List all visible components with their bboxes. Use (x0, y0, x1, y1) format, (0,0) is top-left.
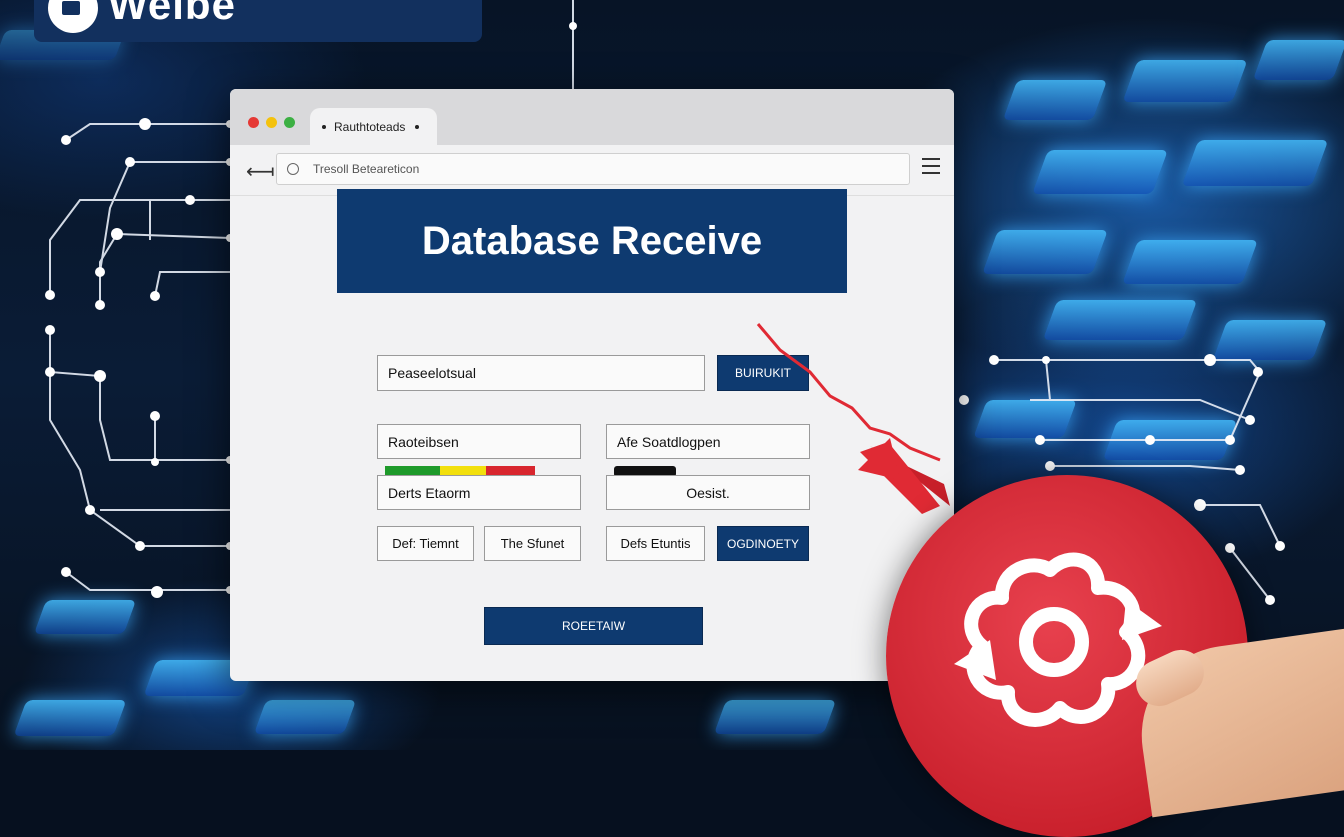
brand-logo: Weibe (34, 0, 482, 42)
page-title: Database Receive (337, 189, 847, 293)
password-input[interactable]: Peaseelotsual (377, 355, 705, 391)
small-field-2[interactable]: The Sfunet (484, 526, 581, 561)
tab-close-icon[interactable] (415, 124, 420, 129)
tab-title: Rauthtoteads (334, 119, 406, 134)
browser-tab[interactable]: Rauthtoteads (310, 108, 437, 145)
tab-dot-icon (322, 124, 326, 129)
left-field-2[interactable]: Derts Etaorm (377, 475, 581, 510)
logo-mark-icon (48, 0, 98, 33)
hamburger-menu-icon[interactable] (922, 158, 940, 179)
left-field-1[interactable]: Raoteibsen (377, 424, 581, 459)
search-icon (287, 163, 299, 175)
close-window-icon[interactable] (248, 117, 259, 128)
back-arrow-icon[interactable]: ⟻ (246, 159, 275, 184)
url-text: Tresoll Beteareticon (313, 162, 420, 176)
small-field-3[interactable]: Defs Etuntis (606, 526, 705, 561)
maximize-window-icon[interactable] (284, 117, 295, 128)
browser-titlebar: Rauthtoteads (230, 89, 954, 145)
red-arrow-icon (756, 323, 950, 514)
minimize-window-icon[interactable] (266, 117, 277, 128)
gear-sync-icon (954, 552, 1162, 727)
bottom-action-button[interactable]: ROEETAIW (484, 607, 703, 645)
small-field-1[interactable]: Def: Tiemnt (377, 526, 474, 561)
logo-text: Weibe (108, 0, 236, 28)
url-bar[interactable]: Tresoll Beteareticon (276, 153, 910, 185)
